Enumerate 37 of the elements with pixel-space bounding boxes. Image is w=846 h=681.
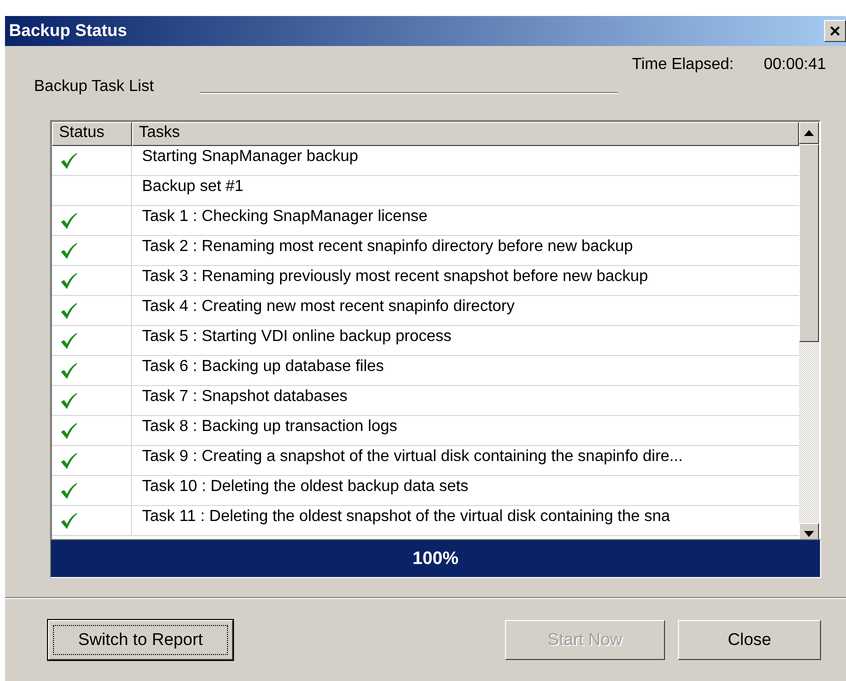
dialog-button[interactable]: Switch to Report [48, 620, 233, 660]
task-cell-text: Task 7 : Snapshot databases [141, 387, 348, 407]
scroll-thumb[interactable] [799, 144, 819, 342]
checkmark-icon [60, 242, 78, 260]
task-cell-text: Task 3 : Renaming previously most recent snapshot before new backup [141, 267, 650, 287]
time-elapsed-value: 00:00:41 [764, 56, 826, 74]
window-title: Backup Status [9, 21, 128, 41]
task-cell-text: Task 2 : Renaming most recent snapinfo directory before new backup [141, 237, 634, 257]
scroll-up-icon[interactable] [799, 122, 819, 144]
checkmark-icon [60, 362, 78, 380]
checkmark-icon [60, 482, 78, 500]
time-elapsed-label: Time Elapsed: [632, 56, 734, 74]
dialog-button[interactable]: Close [678, 620, 821, 660]
group-label: Backup Task List [34, 78, 154, 96]
task-cell-text: Task 8 : Backing up transaction logs [141, 417, 398, 437]
column-header[interactable]: Tasks [132, 122, 799, 146]
task-cell-text: Backup set #1 [141, 177, 244, 197]
task-cell-text: Task 11 : Deleting the oldest snapshot of the virtual disk containing the sna [141, 507, 672, 527]
checkmark-icon [60, 392, 78, 410]
checkmark-icon [60, 452, 78, 470]
progress-reading: 100% [411, 547, 460, 570]
task-cell-text: Task 4 : Creating new most recent snapinfo directory [141, 297, 516, 317]
checkmark-icon [60, 332, 78, 350]
close-icon[interactable] [824, 20, 846, 42]
task-cell-text: Task 9 : Creating a snapshot of the virtual disk containing the snapinfo dire... [141, 447, 684, 467]
checkmark-icon [60, 512, 78, 530]
column-header[interactable]: Status [52, 122, 132, 146]
checkmark-icon [60, 212, 78, 230]
checkmark-icon [60, 272, 78, 290]
task-cell-text: Task 10 : Deleting the oldest backup data sets [141, 477, 470, 497]
checkmark-icon [60, 422, 78, 440]
task-cell-text: Task 1 : Checking SnapManager license [141, 207, 428, 227]
checkmark-icon [60, 152, 78, 170]
task-cell-text: Task 5 : Starting VDI online backup process [141, 327, 452, 347]
checkmark-icon [60, 302, 78, 320]
task-cell-text: Task 6 : Backing up database files [141, 357, 385, 377]
task-cell-text: Starting SnapManager backup [141, 147, 360, 167]
